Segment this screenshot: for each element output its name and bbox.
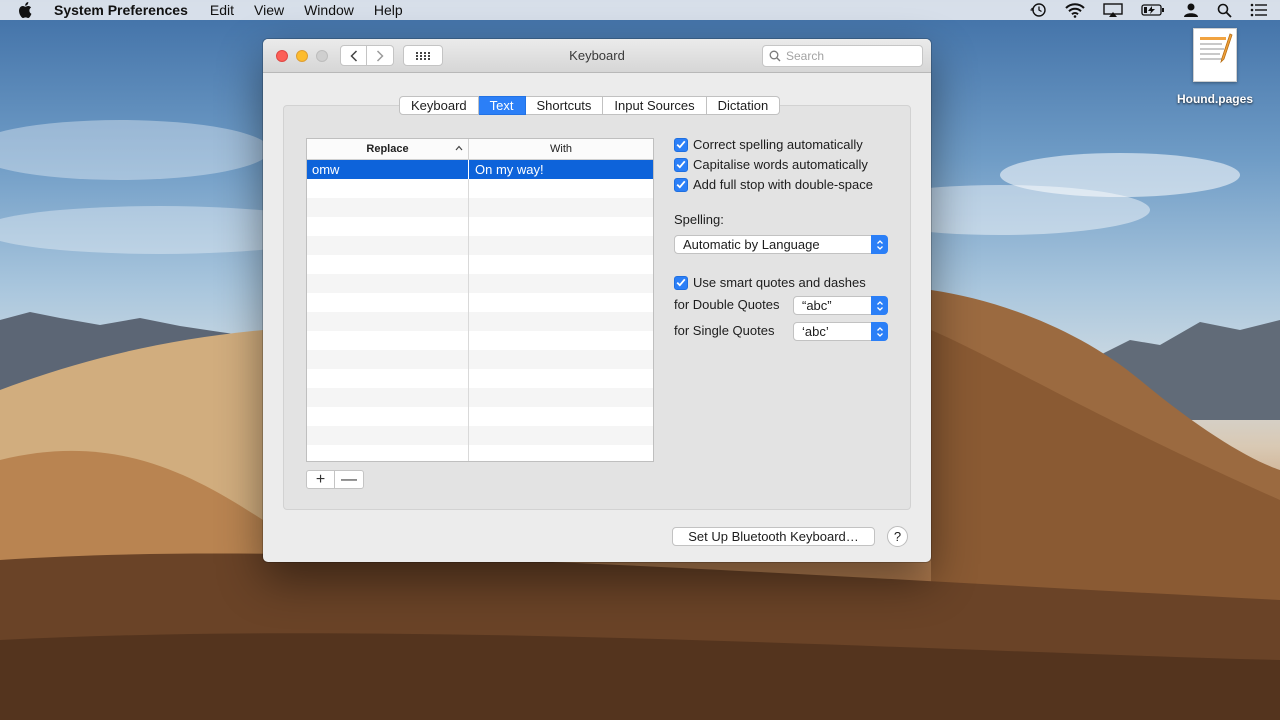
checkmark-icon [676, 140, 686, 149]
table-row-empty [307, 426, 653, 445]
checkmark-icon [676, 180, 686, 189]
column-header-replace[interactable]: Replace [307, 139, 469, 159]
tab-input-sources[interactable]: Input Sources [603, 96, 707, 115]
up-down-arrows-icon [871, 296, 888, 315]
capitalise-words-option[interactable]: Capitalise words automatically [674, 157, 868, 172]
smart-quotes-label: Use smart quotes and dashes [693, 275, 866, 290]
user-icon[interactable] [1183, 2, 1199, 18]
table-row-empty [307, 217, 653, 236]
capitalise-words-label: Capitalise words automatically [693, 157, 868, 172]
text-replacement-table[interactable]: Replace With omw On my way! [306, 138, 654, 462]
table-row[interactable]: omw On my way! [307, 160, 653, 179]
keyboard-preferences-window: Keyboard Keyboard Text Shortcuts Input S… [263, 39, 931, 562]
tab-text[interactable]: Text [478, 96, 526, 115]
desktop-file[interactable]: Hound.pages [1170, 28, 1260, 106]
double-quotes-popup[interactable]: “abc” [793, 296, 888, 315]
menu-help[interactable]: Help [374, 0, 403, 20]
spotlight-icon[interactable] [1217, 3, 1232, 18]
table-row-empty [307, 312, 653, 331]
menu-edit[interactable]: Edit [210, 0, 234, 20]
correct-spelling-label: Correct spelling automatically [693, 137, 863, 152]
full-stop-checkbox[interactable] [674, 177, 688, 192]
menu-app-name[interactable]: System Preferences [54, 0, 188, 20]
checkmark-icon [676, 160, 686, 169]
smart-quotes-option[interactable]: Use smart quotes and dashes [674, 275, 866, 290]
column-header-with[interactable]: With [469, 139, 653, 159]
pages-document-icon [1193, 28, 1237, 82]
table-row-empty [307, 179, 653, 198]
menu-bar: System Preferences Edit View Window Help [0, 0, 1280, 20]
table-header: Replace With [307, 139, 653, 160]
double-quotes-value: “abc” [802, 298, 832, 313]
column-header-replace-label: Replace [366, 143, 409, 155]
single-quotes-label: for Single Quotes [674, 323, 775, 338]
menu-view[interactable]: View [254, 0, 284, 20]
table-row-empty [307, 274, 653, 293]
search-input[interactable] [786, 49, 916, 63]
table-row-empty [307, 236, 653, 255]
tab-shortcuts[interactable]: Shortcuts [525, 96, 604, 115]
add-remove-controls: + — [306, 470, 364, 489]
table-row-empty [307, 388, 653, 407]
search-icon [769, 50, 781, 62]
tab-dictation[interactable]: Dictation [706, 96, 781, 115]
airplay-icon[interactable] [1103, 2, 1123, 18]
full-stop-option[interactable]: Add full stop with double-space [674, 177, 873, 192]
sort-ascending-icon [455, 145, 463, 151]
spelling-popup[interactable]: Automatic by Language [674, 235, 888, 254]
correct-spelling-option[interactable]: Correct spelling automatically [674, 137, 863, 152]
cell-replace: omw [307, 160, 469, 179]
table-row-empty [307, 293, 653, 312]
up-down-arrows-icon [871, 235, 888, 254]
single-quotes-popup[interactable]: ‘abc’ [793, 322, 888, 341]
remove-replacement-button[interactable]: — [335, 470, 364, 489]
wifi-icon[interactable] [1065, 2, 1085, 18]
spelling-label: Spelling: [674, 212, 724, 227]
table-row-empty [307, 350, 653, 369]
set-up-bluetooth-keyboard-button[interactable]: Set Up Bluetooth Keyboard… [672, 527, 875, 546]
table-row-empty [307, 445, 653, 461]
help-button[interactable]: ? [887, 526, 908, 547]
capitalise-words-checkbox[interactable] [674, 157, 688, 172]
table-body: omw On my way! [307, 160, 653, 461]
correct-spelling-checkbox[interactable] [674, 137, 688, 152]
table-row-empty [307, 407, 653, 426]
time-machine-icon[interactable] [1029, 2, 1047, 18]
spelling-popup-value: Automatic by Language [683, 237, 820, 252]
single-quotes-value: ‘abc’ [802, 324, 829, 339]
tab-bar: Keyboard Text Shortcuts Input Sources Di… [399, 96, 781, 115]
column-header-with-label: With [550, 143, 572, 155]
table-row-empty [307, 331, 653, 350]
menu-status-area [1029, 0, 1268, 20]
table-row-empty [307, 255, 653, 274]
full-stop-label: Add full stop with double-space [693, 177, 873, 192]
battery-icon[interactable] [1141, 4, 1165, 16]
notification-center-icon[interactable] [1250, 3, 1268, 17]
table-row-empty [307, 198, 653, 217]
add-replacement-button[interactable]: + [306, 470, 335, 489]
title-bar[interactable]: Keyboard [263, 39, 931, 73]
up-down-arrows-icon [871, 322, 888, 341]
menu-window[interactable]: Window [304, 0, 354, 20]
tab-keyboard[interactable]: Keyboard [399, 96, 479, 115]
table-row-empty [307, 369, 653, 388]
apple-logo-icon[interactable] [18, 2, 38, 18]
double-quotes-label: for Double Quotes [674, 297, 780, 312]
desktop-file-label: Hound.pages [1176, 92, 1253, 106]
smart-quotes-checkbox[interactable] [674, 275, 688, 290]
cell-with: On my way! [475, 162, 544, 177]
checkmark-icon [676, 278, 686, 287]
search-field[interactable] [762, 45, 923, 67]
